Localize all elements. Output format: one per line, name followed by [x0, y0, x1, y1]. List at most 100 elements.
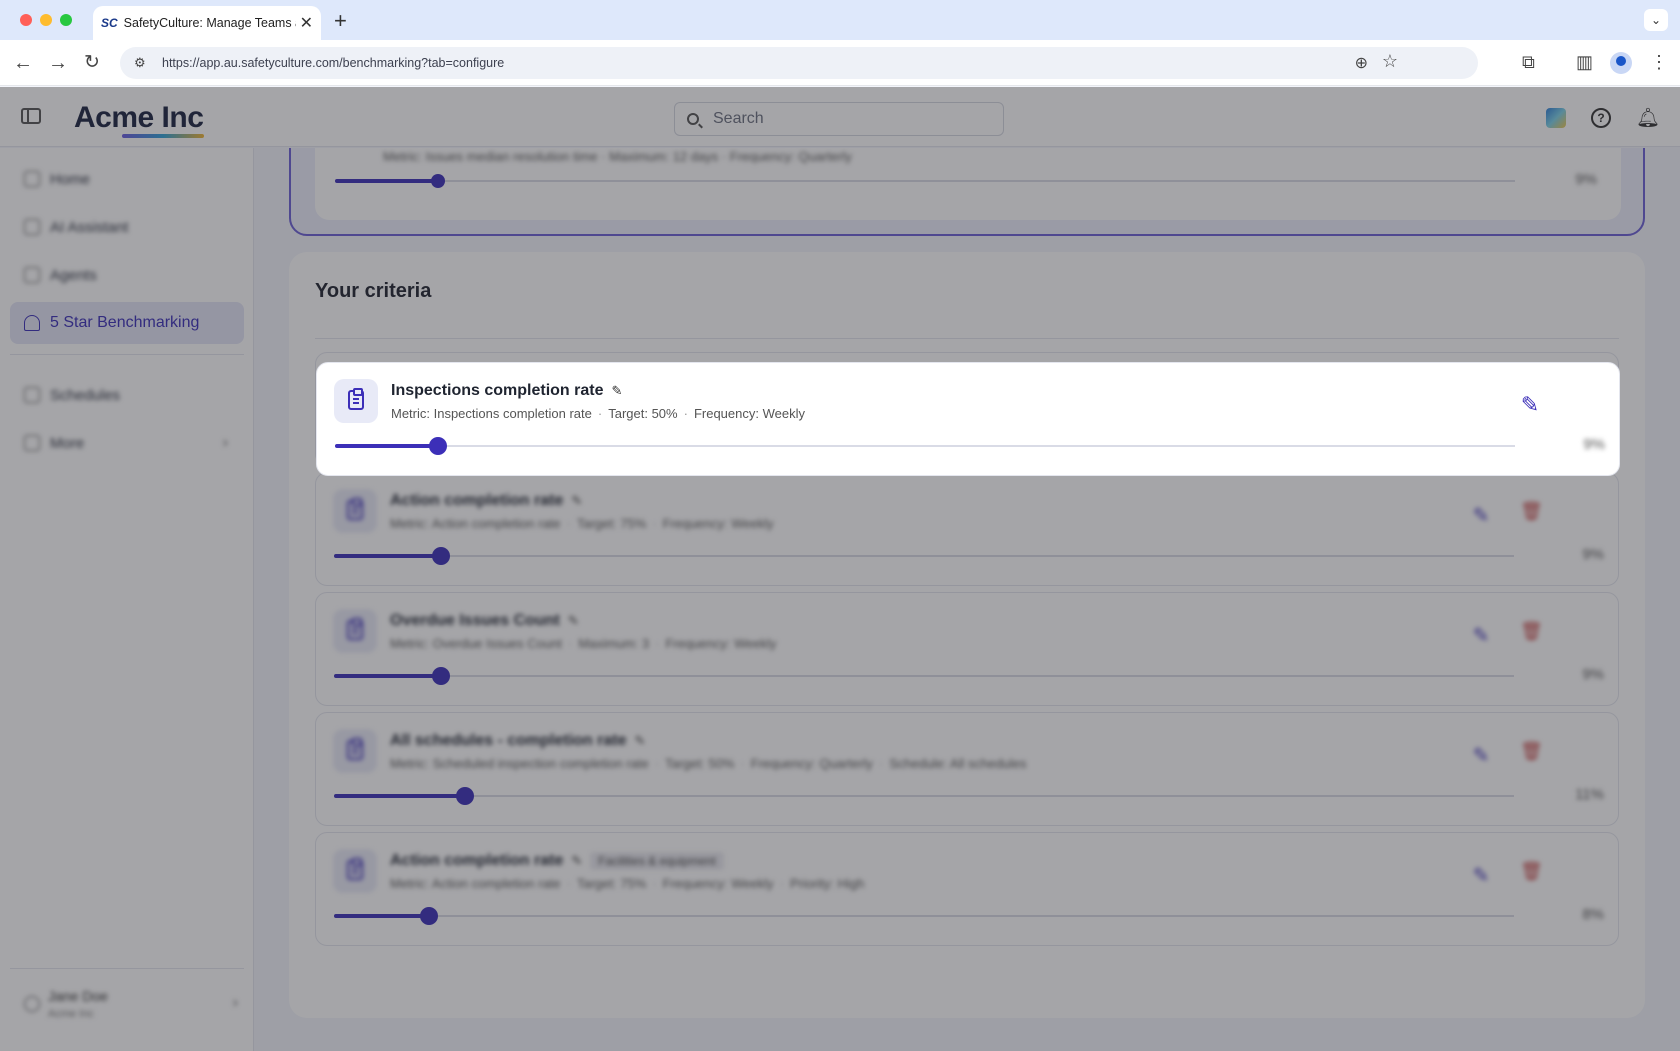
- reload-icon[interactable]: ↻: [84, 51, 100, 75]
- avatar-icon: [24, 996, 40, 1012]
- edit-criteria-button[interactable]: ✎: [1498, 377, 1562, 433]
- bookmark-star-icon[interactable]: ☆: [1382, 51, 1398, 72]
- rename-pencil-icon[interactable]: ✎: [571, 853, 582, 869]
- progress-fill: [334, 674, 442, 678]
- delete-trash-icon[interactable]: 🗑︎: [1520, 741, 1543, 761]
- browser-toolbar: ← → ↻ ⚙ https://app.au.safetyculture.com…: [0, 40, 1680, 86]
- frequency-text: Frequency: Weekly: [665, 636, 777, 651]
- progress-handle[interactable]: [432, 547, 450, 565]
- rename-pencil-icon[interactable]: ✎: [635, 733, 646, 749]
- edit-criteria-button[interactable]: ✎: [1449, 487, 1513, 543]
- user-org: Acme Inc: [48, 1008, 94, 1020]
- sidebar-toggle-icon[interactable]: [21, 108, 41, 124]
- clipboard-icon: [333, 609, 377, 653]
- progress-track: [334, 915, 1514, 917]
- progress-fill: [334, 554, 442, 558]
- progress-percent: 9%: [1583, 436, 1605, 453]
- metric-text: Metric: Action completion rate: [390, 876, 561, 891]
- progress-handle[interactable]: [420, 907, 438, 925]
- criteria-row: Action completion rate ✎ Facilities & eq…: [315, 832, 1619, 946]
- sidebar-item-label: Home: [50, 170, 91, 188]
- sidebar-item-agents[interactable]: Agents: [10, 254, 244, 296]
- progress-track: [335, 445, 1515, 447]
- search-input[interactable]: Search: [674, 102, 1004, 136]
- side-panel-icon[interactable]: ▥: [1576, 52, 1593, 73]
- sidebar-item-benchmarking[interactable]: 5 Star Benchmarking: [10, 302, 244, 344]
- app-logo[interactable]: Acme Inc: [74, 101, 204, 135]
- extensions-icon[interactable]: ⧉: [1522, 52, 1535, 73]
- criteria-meta: Metric: Overdue Issues Count · Maximum: 3 ·…: [390, 636, 777, 651]
- clipboard-icon: [334, 379, 378, 423]
- sidebar-item-ai-assistant[interactable]: AI Assistant: [10, 206, 244, 248]
- progress-track: [335, 180, 1515, 182]
- section-title: Your criteria: [315, 280, 432, 302]
- frequency-text: Frequency: Weekly: [662, 876, 774, 891]
- sidebar-item-more[interactable]: More ›: [10, 422, 244, 464]
- delete-trash-icon[interactable]: 🗑︎: [1520, 621, 1543, 641]
- sidebar-item-home[interactable]: Home: [10, 158, 244, 200]
- extra-text: Priority: High: [789, 876, 865, 891]
- progress-handle[interactable]: [432, 667, 450, 685]
- new-tab-icon[interactable]: +: [334, 8, 347, 34]
- target-text: Target: 75%: [576, 516, 647, 531]
- grid-icon: [24, 435, 40, 451]
- notifications-bell-icon[interactable]: 🔔︎: [1636, 106, 1660, 130]
- minimize-window-button[interactable]: [40, 14, 52, 26]
- criteria-name: Overdue Issues Count ✎: [390, 612, 579, 630]
- close-window-button[interactable]: [20, 14, 32, 26]
- close-tab-icon[interactable]: ✕: [300, 13, 313, 33]
- app: Acme Inc Search ? 🔔︎ Home AI Assistant A…: [0, 87, 1680, 1051]
- ai-assistant-icon[interactable]: [1546, 108, 1566, 128]
- forward-arrow-icon[interactable]: →: [48, 51, 68, 75]
- site-settings-icon[interactable]: ⚙: [134, 55, 152, 71]
- criteria-meta: Metric: Scheduled inspection completion …: [390, 756, 1027, 771]
- edit-criteria-button[interactable]: ✎: [1449, 727, 1513, 783]
- progress-percent: 11%: [1575, 786, 1604, 803]
- sidebar-item-label: 5 Star Benchmarking: [50, 314, 200, 331]
- delete-trash-icon[interactable]: 🗑︎: [1520, 861, 1543, 881]
- address-bar[interactable]: ⚙ https://app.au.safetyculture.com/bench…: [120, 47, 1478, 79]
- edit-criteria-button[interactable]: ✎: [1449, 847, 1513, 903]
- edit-criteria-button[interactable]: ✎: [1449, 607, 1513, 663]
- help-icon[interactable]: ?: [1591, 108, 1611, 128]
- frequency-text: Frequency: Weekly: [693, 406, 805, 421]
- sidebar-item-schedules[interactable]: Schedules: [10, 374, 244, 416]
- metric-text: Metric: Inspections completion rate: [391, 406, 592, 421]
- criteria-row: Overdue Issues Count ✎ Metric: Overdue I…: [315, 592, 1619, 706]
- progress-fill: [335, 444, 438, 448]
- progress-handle[interactable]: [429, 437, 447, 455]
- profile-avatar-icon[interactable]: [1610, 52, 1632, 74]
- logo-underline: [122, 134, 204, 138]
- tab-title: SafetyCulture: Manage Teams and...: [123, 16, 296, 30]
- progress-handle[interactable]: [456, 787, 474, 805]
- target-text: Target: 75%: [576, 876, 647, 891]
- criteria-name-text: Action completion rate: [390, 852, 564, 869]
- user-menu[interactable]: Jane Doe Acme Inc ›: [22, 986, 242, 1026]
- tab-search-chevron-icon[interactable]: ⌄: [1644, 9, 1668, 31]
- criteria-name-text: All schedules - completion rate: [390, 732, 627, 749]
- metric-text: Metric: Action completion rate: [390, 516, 561, 531]
- browser-tab[interactable]: SC SafetyCulture: Manage Teams and... ✕: [93, 6, 321, 40]
- criteria-row: All schedules - completion rate ✎ Metric…: [315, 712, 1619, 826]
- maximize-window-button[interactable]: [60, 14, 72, 26]
- criteria-row: Metric: Issues median resolution time · …: [315, 148, 1621, 220]
- browser-menu-icon[interactable]: ⋮: [1650, 52, 1668, 73]
- home-icon: [24, 171, 40, 187]
- back-arrow-icon[interactable]: ←: [13, 51, 33, 75]
- chevron-right-icon: ›: [232, 994, 238, 1011]
- user-name: Jane Doe: [48, 988, 108, 1004]
- criteria-row: Action completion rate ✎ Metric: Action …: [315, 472, 1619, 586]
- rename-pencil-icon[interactable]: ✎: [571, 493, 582, 509]
- spotlit-criteria-row: Inspections completion rate ✎ Metric: In…: [316, 362, 1620, 476]
- rename-pencil-icon[interactable]: ✎: [611, 383, 622, 399]
- criteria-name: All schedules - completion rate ✎: [390, 732, 645, 750]
- rename-pencil-icon[interactable]: ✎: [568, 613, 579, 629]
- progress-handle[interactable]: [431, 174, 445, 188]
- delete-trash-icon[interactable]: 🗑︎: [1520, 501, 1543, 521]
- clipboard-icon: [333, 849, 377, 893]
- app-header: Acme Inc Search ? 🔔︎: [0, 87, 1680, 147]
- criteria-name-text: Action completion rate: [390, 492, 564, 509]
- zoom-icon[interactable]: ⊕: [1355, 53, 1368, 73]
- chevron-right-icon: ›: [222, 434, 228, 451]
- criteria-meta: Metric: Action completion rate · Target: 7…: [390, 876, 865, 891]
